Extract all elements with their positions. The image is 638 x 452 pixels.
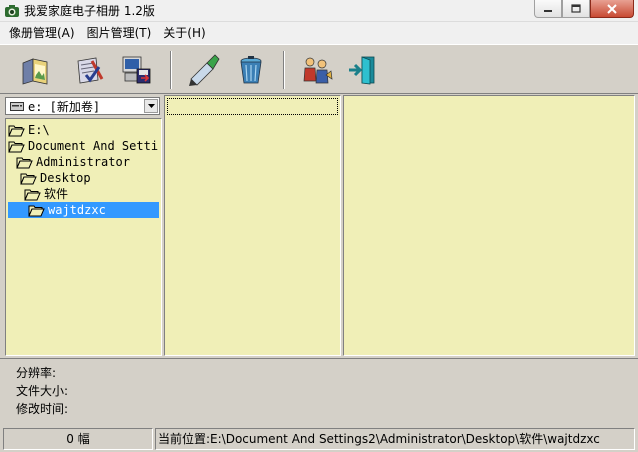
delete-button[interactable] [232,51,270,89]
image-count: 0 幅 [3,428,153,450]
tree-item[interactable]: 软件 [24,186,68,202]
menu-picture-manage[interactable]: 图片管理(T) [81,23,158,43]
drive-dropdown-button[interactable] [144,99,158,113]
open-album-button[interactable] [17,51,55,89]
filesize-label: 文件大小: [16,384,69,398]
app-camera-icon [5,5,19,17]
tree-item[interactable]: Administrator [16,154,130,170]
exit-button[interactable] [344,51,382,89]
people-icon [303,57,333,84]
tree-item-label: 软件 [44,187,69,201]
current-location: 当前位置:E:\Document And Settings2\Administr… [155,428,635,450]
minimize-icon [544,9,552,12]
toolbar-separator [170,51,172,89]
tree-item-label: Desktop [40,171,91,185]
resolution-label: 分辨率: [16,366,57,380]
menu-bar: 像册管理(A) 图片管理(T) 关于(H) [0,22,638,44]
edit-button[interactable] [185,51,223,89]
title-bar: 我爱家庭电子相册 1.2版 [0,0,638,22]
open-album-icon [22,58,48,85]
folder-open-icon [20,173,37,184]
modified-time-label: 修改时间: [16,402,69,416]
people-button[interactable] [298,51,336,89]
tree-item-label: E:\ [28,123,50,137]
window-title: 我爱家庭电子相册 1.2版 [24,4,155,18]
album-settings-button[interactable] [70,51,108,89]
album-settings-icon [77,57,104,84]
exit-door-icon [349,56,375,85]
file-list[interactable] [164,95,341,356]
folder-open-icon [8,125,25,136]
edit-pen-icon [189,54,220,86]
close-button[interactable] [590,0,634,18]
maximize-button[interactable] [562,0,590,18]
recycle-bin-icon [240,56,262,84]
tree-item-label: Administrator [36,155,130,169]
maximize-icon [571,4,581,13]
tree-item[interactable]: E:\ [8,122,50,138]
tree-item[interactable]: Document And Setti [8,138,158,154]
directory-tree[interactable]: E:\ Document And Setti Administrator Des… [5,118,162,356]
minimize-button[interactable] [534,0,562,18]
tree-item[interactable]: Desktop [20,170,91,186]
window-controls [534,0,634,20]
tree-item-label: wajtdzxc [48,203,106,217]
file-list-focus-rect [167,98,338,115]
image-info: 分辨率: 文件大小: 修改时间: [0,358,638,422]
toolbar [0,44,638,94]
drive-select[interactable]: e: [新加卷] [5,97,160,115]
menu-about[interactable]: 关于(H) [157,23,211,43]
tree-item-label: Document And Setti [28,139,159,153]
drive-select-value: e: [新加卷] [28,99,101,114]
toolbar-separator [283,51,285,89]
folder-open-icon [24,189,41,200]
computer-save-button[interactable] [117,51,155,89]
hard-drive-icon [10,101,24,111]
folder-open-icon [16,157,33,168]
menu-album-manage[interactable]: 像册管理(A) [3,23,81,43]
chevron-down-icon [147,104,155,108]
image-preview [343,95,635,356]
computer-save-icon [122,56,151,84]
close-icon [607,3,617,14]
folder-open-icon [28,205,45,216]
status-bar: 0 幅 当前位置:E:\Document And Settings2\Admin… [0,426,638,450]
folder-open-icon [8,141,25,152]
tree-item-selected[interactable]: wajtdzxc [8,202,159,218]
